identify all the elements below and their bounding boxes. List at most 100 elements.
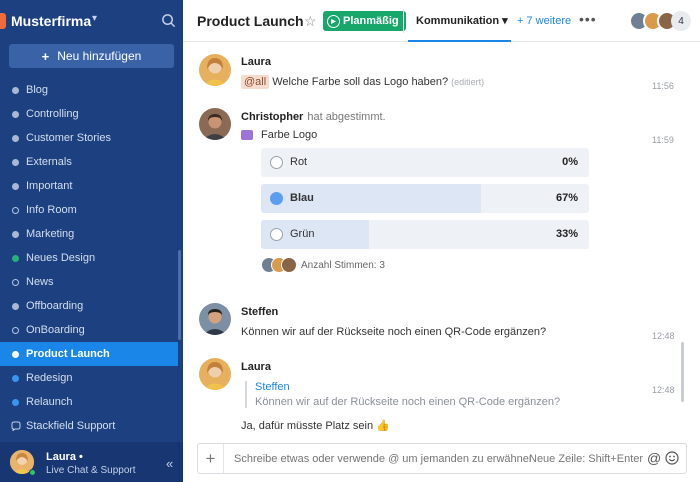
sidebar-item-label: News [26, 276, 54, 288]
member-count: 4 [671, 11, 691, 31]
more-tabs-link[interactable]: + 7 weitere [517, 15, 571, 27]
quoted-message[interactable]: Steffen Können wir auf der Rückseite noc… [245, 381, 575, 408]
poll-option[interactable]: Grün 33% [261, 220, 589, 249]
at-icon[interactable]: @ [647, 450, 661, 466]
channel-dot [12, 134, 19, 142]
sidebar-item-externals[interactable]: Externals [0, 150, 178, 174]
workspace-name: Musterfirma [11, 13, 92, 29]
sidebar-item-blog[interactable]: Blog [0, 78, 178, 102]
channel-dot [12, 182, 19, 190]
sidebar-item-offboarding[interactable]: Offboarding [0, 294, 178, 318]
sidebar-item-label: Relaunch [26, 396, 73, 408]
sidebar-item-label: Important [26, 180, 73, 192]
chevron-down-icon: ▾ [92, 13, 98, 24]
sidebar-item-label: Externals [26, 156, 72, 168]
sidebar-item-customer-stories[interactable]: Customer Stories [0, 126, 178, 150]
message-text: Können wir auf der Rückseite noch einen … [241, 326, 547, 338]
sidebar-item-important[interactable]: Important [0, 174, 178, 198]
poll-title: Farbe Logo [261, 129, 318, 141]
user-profile[interactable]: Laura • Live Chat & Support « [0, 442, 183, 482]
avatar[interactable] [199, 54, 231, 86]
channel-dot [12, 350, 19, 358]
radio-button[interactable] [270, 192, 283, 205]
channel-dot [12, 278, 19, 286]
sidebar-item-stackfield-support[interactable]: Stackfield Support [0, 414, 178, 438]
channel-dot [12, 326, 19, 334]
sidebar-item-label: Customer Stories [26, 132, 111, 144]
poll-option-label: Blau [290, 192, 314, 204]
sidebar-item-label: Redesign [26, 372, 73, 384]
avatar[interactable] [199, 303, 231, 335]
page-title: Product Launch [197, 13, 304, 29]
sidebar-item-info-room[interactable]: Info Room [0, 198, 178, 222]
poll-option-percent: 0% [562, 156, 578, 168]
more-icon[interactable]: ••• [579, 11, 597, 27]
timestamp: 11:59 [652, 135, 674, 145]
channel-dot [12, 374, 19, 382]
message-scrollbar[interactable] [681, 342, 684, 402]
sidebar-item-label: Product Launch [26, 348, 110, 360]
status-badge[interactable]: ▶ Planmäßig [323, 11, 406, 31]
message-list: Laura @all Welche Farbe soll das Logo ha… [183, 42, 700, 442]
poll-option-label: Rot [290, 156, 308, 168]
sidebar-scrollbar[interactable] [178, 250, 181, 340]
sidebar: Musterfirma ▾ + Neu hinzufügen Blog Cont… [0, 0, 183, 482]
tab-kommunikation[interactable]: Kommunikation ▾ [416, 14, 508, 27]
play-icon: ▶ [327, 14, 340, 28]
sidebar-item-relaunch[interactable]: Relaunch [0, 390, 178, 414]
quote-author: Steffen [255, 381, 290, 393]
message-author[interactable]: Steffen [241, 306, 278, 318]
sidebar-item-label: OnBoarding [26, 324, 85, 336]
collapse-icon[interactable]: « [166, 456, 173, 471]
sidebar-item-controlling[interactable]: Controlling [0, 102, 178, 126]
header: Product Launch ☆ ▶ Planmäßig Kommunikati… [183, 0, 700, 42]
sidebar-item-label: Neues Design [26, 252, 96, 264]
channel-dot [12, 158, 19, 166]
timestamp: 12:48 [652, 331, 675, 341]
sidebar-item-product-launch[interactable]: Product Launch [0, 342, 178, 366]
plus-icon: + [41, 48, 50, 64]
message-author[interactable]: Laura [241, 361, 271, 373]
channel-dot [12, 206, 19, 214]
poll-icon [241, 130, 253, 140]
radio-button[interactable] [270, 228, 283, 241]
channel-dot [12, 398, 19, 406]
user-name: Laura • [46, 451, 83, 463]
workspace-switcher[interactable]: Musterfirma ▾ [0, 0, 183, 42]
divider [403, 9, 404, 33]
sidebar-item-onboarding[interactable]: OnBoarding [0, 318, 178, 342]
message-author[interactable]: Christopher hat abgestimmt. [241, 111, 386, 123]
sidebar-item-marketing[interactable]: Marketing [0, 222, 178, 246]
avatar [281, 257, 297, 273]
avatar[interactable] [199, 108, 231, 140]
message-author[interactable]: Laura [241, 56, 271, 68]
member-avatars[interactable]: 4 [629, 11, 699, 33]
mention: @all [241, 75, 270, 89]
radio-button[interactable] [270, 156, 283, 169]
poll-option[interactable]: Blau 67% [261, 184, 589, 213]
channel-dot [12, 86, 19, 94]
sidebar-item-label: Offboarding [26, 300, 84, 312]
lock-icon [11, 421, 21, 431]
voter-avatars[interactable] [261, 257, 301, 273]
plus-icon[interactable]: + [198, 444, 224, 473]
add-new-button[interactable]: + Neu hinzufügen [9, 44, 174, 68]
emoji-icon[interactable] [665, 451, 679, 465]
star-icon[interactable]: ☆ [304, 13, 317, 30]
sidebar-item-redesign[interactable]: Redesign [0, 366, 178, 390]
sidebar-item-label: Info Room [26, 204, 77, 216]
sidebar-item-news[interactable]: News [0, 270, 178, 294]
online-status-dot [29, 469, 36, 476]
search-icon[interactable] [161, 13, 176, 28]
sidebar-item-neues-design[interactable]: Neues Design [0, 246, 178, 270]
message-input[interactable] [234, 453, 530, 465]
poll-option[interactable]: Rot 0% [261, 148, 589, 177]
channel-dot [12, 110, 19, 118]
thumbs-up-icon: 👍 [376, 420, 390, 432]
status-badge-label: Planmäßig [343, 15, 399, 27]
timestamp: 11:56 [652, 81, 674, 91]
avatar[interactable] [199, 358, 231, 390]
sidebar-item-label: Stackfield Support [26, 420, 116, 432]
add-new-label: Neu hinzufügen [57, 49, 142, 63]
poll-option-label: Grün [290, 228, 315, 240]
